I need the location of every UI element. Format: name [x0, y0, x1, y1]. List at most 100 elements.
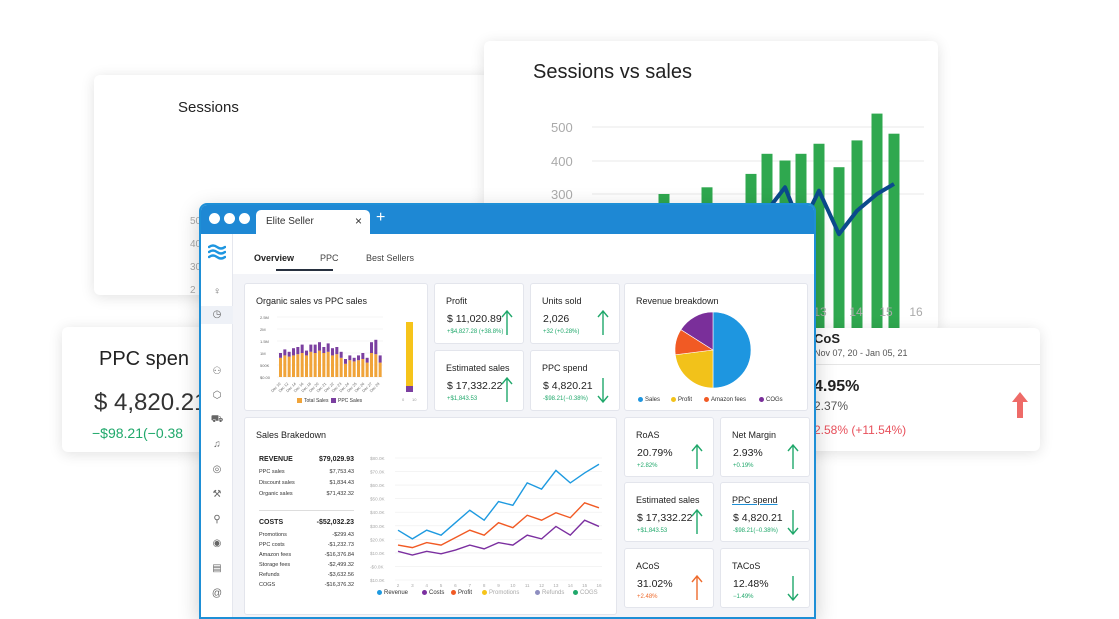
arrow-down-icon	[787, 576, 799, 601]
cart-icon[interactable]: ⛟	[201, 414, 233, 427]
lightbulb-icon[interactable]: ♀	[201, 286, 233, 297]
stage: Sessions 50040030021 Sessions vs sales 5…	[0, 0, 1119, 619]
document-icon[interactable]: ▤	[201, 563, 233, 574]
organic-vs-ppc-panel: Organic sales vs PPC sales 2.5M 2M 1.5M 1M 5…	[244, 283, 428, 411]
x-tick-label: 11	[525, 583, 530, 588]
pie-legend-item: Sales	[638, 397, 660, 403]
bar-total-sales	[283, 355, 287, 377]
users-icon[interactable]: ⚇	[201, 366, 233, 377]
revenue-pie-chart	[674, 311, 752, 389]
y-tick-label: -$0.0K	[370, 564, 384, 569]
bar-total-sales	[357, 360, 360, 377]
kpi-card[interactable]: RoAS 20.79% +2.82%	[624, 417, 714, 477]
bar-ppc-sales	[300, 344, 304, 353]
x-tick-label: 4	[425, 583, 428, 588]
arrow-up-icon	[501, 310, 513, 335]
tab-label: Elite Seller	[266, 216, 314, 227]
y-tick-label: $10.0K	[370, 578, 385, 583]
x-tick-label: 12	[539, 583, 545, 588]
window-control-dot[interactable]	[224, 213, 235, 224]
bell-icon[interactable]: ♫	[201, 439, 233, 450]
sidebar: ♀ ◷ ⚇ ⬡ ⛟ ♫ ◎ ⚒ ⚲ ◉ ▤ @	[201, 234, 233, 617]
gauge-icon[interactable]: ◷	[201, 306, 233, 324]
acos-card-title: CoS	[814, 331, 840, 346]
bar-ppc-sales	[296, 347, 300, 355]
target-icon[interactable]: ◎	[201, 464, 233, 475]
window-control-dot[interactable]	[209, 213, 220, 224]
kpi-card[interactable]: Profit $ 11,020.89 +$4,827.28 (+38.8%)	[434, 283, 524, 344]
kpi-card[interactable]: PPC spend $ 4,820.21 -$98.21(−0.38%)	[720, 482, 810, 542]
app-logo-icon[interactable]	[208, 243, 226, 261]
kpi-value: $ 4,820.21	[543, 380, 593, 392]
browser-tab[interactable]: Elite Seller ×	[256, 210, 370, 234]
search-icon[interactable]: ⚲	[201, 514, 233, 525]
acos-card-value: 4.95%	[814, 378, 860, 395]
legend-total-sales: Total Sales	[297, 398, 328, 404]
bar-total-sales	[292, 355, 295, 377]
bar-ppc-sales	[331, 348, 334, 356]
arrow-up-icon	[691, 444, 703, 469]
window-control-dot[interactable]	[239, 213, 250, 224]
bar	[888, 133, 900, 331]
x-tick-label: 7	[469, 583, 472, 588]
y-tick-label: $60.0K	[370, 483, 385, 488]
bar-total-sales	[296, 354, 300, 377]
eye-icon[interactable]: ◉	[201, 538, 233, 549]
box-icon[interactable]: ⬡	[201, 390, 233, 401]
at-icon[interactable]: @	[201, 588, 233, 599]
organic-vs-ppc-chart: 2.5M2M1.5M1M500K$0.00Dec 10Dec 12Dec 14D…	[260, 315, 417, 402]
kpi-delta: +$4,827.28 (+38.8%)	[447, 329, 504, 335]
bar-ppc-sales	[348, 355, 352, 361]
kpi-title: PPC spend	[732, 495, 778, 505]
side-bar-ppc	[406, 386, 413, 392]
bar-ppc-sales	[352, 357, 356, 362]
bar-total-sales	[331, 355, 334, 377]
bar-ppc-sales	[344, 359, 347, 364]
tab-overview[interactable]: Overview	[254, 253, 294, 263]
kpi-title: Net Margin	[732, 430, 777, 440]
kpi-card[interactable]: Units sold 2,026 +32 (+0.28%)	[530, 283, 620, 344]
bar-ppc-sales	[339, 351, 343, 358]
bar-total-sales	[305, 355, 308, 377]
acos-card-sub: 2.37%	[814, 399, 849, 413]
acos-card-range: Nov 07, 20 - Jan 05, 21	[814, 348, 908, 358]
acos-card: CoS Nov 07, 20 - Jan 05, 21 4.95% 2.37% …	[798, 328, 1040, 451]
bar-ppc-sales	[378, 355, 382, 363]
bar-ppc-sales	[305, 350, 308, 356]
bar-ppc-sales	[283, 349, 287, 356]
x-tick-label: 16	[596, 583, 602, 588]
kpi-card[interactable]: Estimated sales $ 17,332.22 +$1,843.53	[624, 482, 714, 542]
legend-label: Total Sales	[304, 398, 329, 404]
kpi-card[interactable]: Estimated sales $ 17,332.22 +$1,843.53	[434, 350, 524, 411]
kpi-card[interactable]: TACoS 12.48% −1.49%	[720, 548, 810, 608]
acos-card-divider	[798, 364, 1040, 365]
kpi-card[interactable]: Net Margin 2.93% +0.19%	[720, 417, 810, 477]
kpi-card[interactable]: PPC spend $ 4,820.21 -$98.21(−0.38%)	[530, 350, 620, 411]
kpi-title: ACoS	[636, 561, 660, 571]
new-tab-button[interactable]: +	[376, 209, 385, 227]
kpi-value: 2.93%	[733, 447, 763, 459]
bar	[871, 113, 883, 331]
arrow-up-icon	[597, 310, 609, 335]
legend-label: COGs	[766, 397, 783, 404]
y-tick-label: 300	[551, 187, 573, 202]
arrow-up-icon	[691, 575, 703, 600]
y-tick-label: 2.5M	[260, 315, 269, 320]
bar-ppc-sales	[326, 343, 330, 352]
arrow-up-icon	[501, 377, 513, 402]
bar-ppc-sales	[374, 339, 378, 355]
tab-best-sellers[interactable]: Best Sellers	[366, 253, 414, 263]
bar-ppc-sales	[318, 342, 321, 351]
bar-total-sales	[348, 360, 352, 377]
kpi-title: Estimated sales	[446, 363, 510, 373]
kpi-delta: +0.19%	[733, 463, 754, 469]
line-legend-item: Costs	[422, 590, 444, 596]
legend-label: Costs	[429, 590, 445, 597]
tab-ppc[interactable]: PPC	[320, 253, 339, 263]
close-icon[interactable]: ×	[355, 214, 362, 228]
kpi-value: $ 4,820.21	[733, 512, 783, 524]
legend-label: Profit	[458, 590, 473, 597]
kpi-card[interactable]: ACoS 31.02% +2.48%	[624, 548, 714, 608]
wrench-icon[interactable]: ⚒	[201, 489, 233, 500]
bar-ppc-sales	[365, 357, 369, 363]
